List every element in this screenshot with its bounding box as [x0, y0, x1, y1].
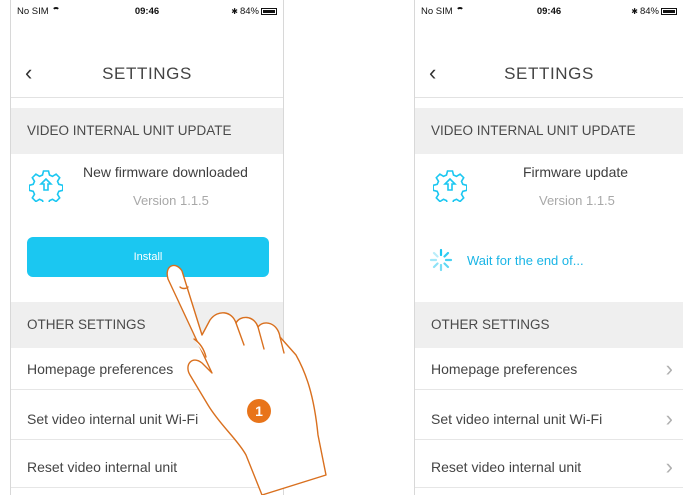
section-header-other: OTHER SETTINGS — [415, 302, 683, 348]
update-version: Version 1.1.5 — [133, 193, 209, 208]
row-label: Reset video internal unit — [431, 459, 582, 475]
bluetooth-icon: ✱ — [231, 7, 238, 16]
chevron-right-icon: › — [665, 406, 673, 431]
nav-bar: ‹ SETTINGS — [415, 46, 683, 98]
section-header-update: VIDEO INTERNAL UNIT UPDATE — [11, 108, 283, 154]
row-homepage-preferences[interactable]: Homepage preferences › — [415, 348, 683, 390]
chevron-right-icon: › — [665, 356, 673, 381]
row-label: Set video internal unit Wi-Fi — [431, 411, 603, 427]
page-title: SETTINGS — [102, 64, 192, 83]
wait-status-text: Wait for the end of... — [467, 253, 584, 268]
spinner-icon — [429, 248, 453, 272]
nav-bar: ‹ SETTINGS — [11, 46, 283, 98]
battery-percent: 84% — [639, 6, 659, 17]
update-version: Version 1.1.5 — [539, 193, 615, 208]
section-header-update: VIDEO INTERNAL UNIT UPDATE — [415, 108, 683, 154]
row-reset-unit[interactable]: Reset video internal unit › — [415, 446, 683, 488]
bluetooth-icon: ✱ — [631, 7, 638, 16]
firmware-gear-icon — [433, 170, 467, 202]
update-title: Firmware update — [523, 164, 629, 180]
row-label: Homepage preferences — [431, 361, 578, 377]
battery-icon — [261, 8, 277, 15]
battery-percent: 84% — [239, 6, 259, 17]
row-set-wifi[interactable]: Set video internal unit Wi-Fi › — [415, 398, 683, 440]
firmware-gear-icon — [29, 170, 63, 202]
chevron-right-icon: › — [665, 454, 673, 479]
phone-screen-right: No SIM 09:46 ✱ 84% ‹ SETTINGS VIDEO INTER… — [414, 0, 683, 495]
update-title: New firmware downloaded — [83, 164, 248, 180]
battery-icon — [661, 8, 677, 15]
status-bar: No SIM 09:46 ✱ 84% — [11, 0, 283, 22]
status-bar: No SIM 09:46 ✱ 84% — [415, 0, 683, 22]
pointing-hand-illustration — [166, 264, 327, 495]
page-title: SETTINGS — [504, 64, 594, 83]
step-badge: 1 — [247, 399, 271, 423]
